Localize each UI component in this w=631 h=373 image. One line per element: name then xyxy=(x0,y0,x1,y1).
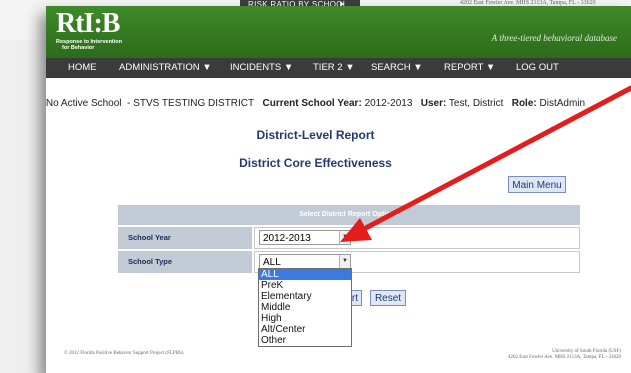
user-value: Test, District xyxy=(448,98,504,109)
page-title: District-Level Report xyxy=(256,128,375,142)
options-header: Select District Report Options xyxy=(118,205,580,225)
school-type-label: School Type xyxy=(118,251,252,273)
dropdown-option[interactable]: Middle xyxy=(259,302,351,313)
school-year-field: 2012-2013 ▼ xyxy=(254,227,580,249)
user-label: User: xyxy=(420,98,447,109)
site-header: RtI:B Response to Intervention for Behavi… xyxy=(46,6,631,58)
nav-incidents[interactable]: INCIDENTS ▼ xyxy=(230,58,293,78)
nav-search[interactable]: SEARCH ▼ xyxy=(371,58,423,78)
nav-report[interactable]: REPORT ▼ xyxy=(444,58,495,78)
school-year-select[interactable]: 2012-2013 ▼ xyxy=(259,230,351,245)
active-school: No Active School xyxy=(45,98,122,109)
dropdown-option[interactable]: PreK xyxy=(259,280,351,291)
report-options-panel: Select District Report Options School Ye… xyxy=(118,205,580,275)
status-bar: No Active School - STVS TESTING DISTRICT… xyxy=(0,98,631,109)
school-year-label: School Year xyxy=(118,227,252,249)
chevron-down-icon: ▼ xyxy=(339,255,350,268)
logo-subtitle: Response to Intervention for Behavior xyxy=(56,39,123,51)
district-name: - STVS TESTING DISTRICT xyxy=(127,98,255,109)
dropdown-option[interactable]: Other xyxy=(259,335,351,346)
school-type-select[interactable]: ALL ▼ xyxy=(259,254,351,269)
dropdown-option[interactable]: Alt/Center xyxy=(259,324,351,335)
nav-home[interactable]: HOME xyxy=(68,58,97,78)
school-year-row: School Year 2012-2013 ▼ xyxy=(118,227,580,251)
dropdown-option[interactable]: High xyxy=(259,313,351,324)
year-label: Current School Year: xyxy=(262,98,362,109)
chevron-down-icon: ▼ xyxy=(339,231,350,244)
nav-tier2[interactable]: TIER 2 ▼ xyxy=(313,58,355,78)
school-type-dropdown: ALL PreK Elementary Middle High Alt/Cent… xyxy=(258,268,352,347)
logo: RtI:B xyxy=(56,8,120,39)
nav-bar: HOME ADMINISTRATION ▼ INCIDENTS ▼ TIER 2… xyxy=(46,58,631,78)
role-label: Role: xyxy=(511,98,537,109)
footer-address: University of South Florida (USF) 4202 E… xyxy=(508,349,621,360)
nav-logout[interactable]: LOG OUT xyxy=(516,58,559,78)
role-value: DistAdmin xyxy=(539,98,586,109)
nav-administration[interactable]: ADMINISTRATION ▼ xyxy=(119,58,212,78)
footer-copyright: © 2012 Florida Positive Behavior Support… xyxy=(64,351,184,356)
main-menu-button[interactable]: Main Menu xyxy=(508,176,566,193)
dropdown-option[interactable]: ALL xyxy=(259,269,351,280)
year-value: 2012-2013 xyxy=(364,98,413,109)
tagline: A three-tiered behavioral database xyxy=(491,33,617,43)
dropdown-option[interactable]: Elementary xyxy=(259,291,351,302)
reset-button[interactable]: Reset xyxy=(370,290,406,306)
page-subtitle: District Core Effectiveness xyxy=(239,156,392,170)
